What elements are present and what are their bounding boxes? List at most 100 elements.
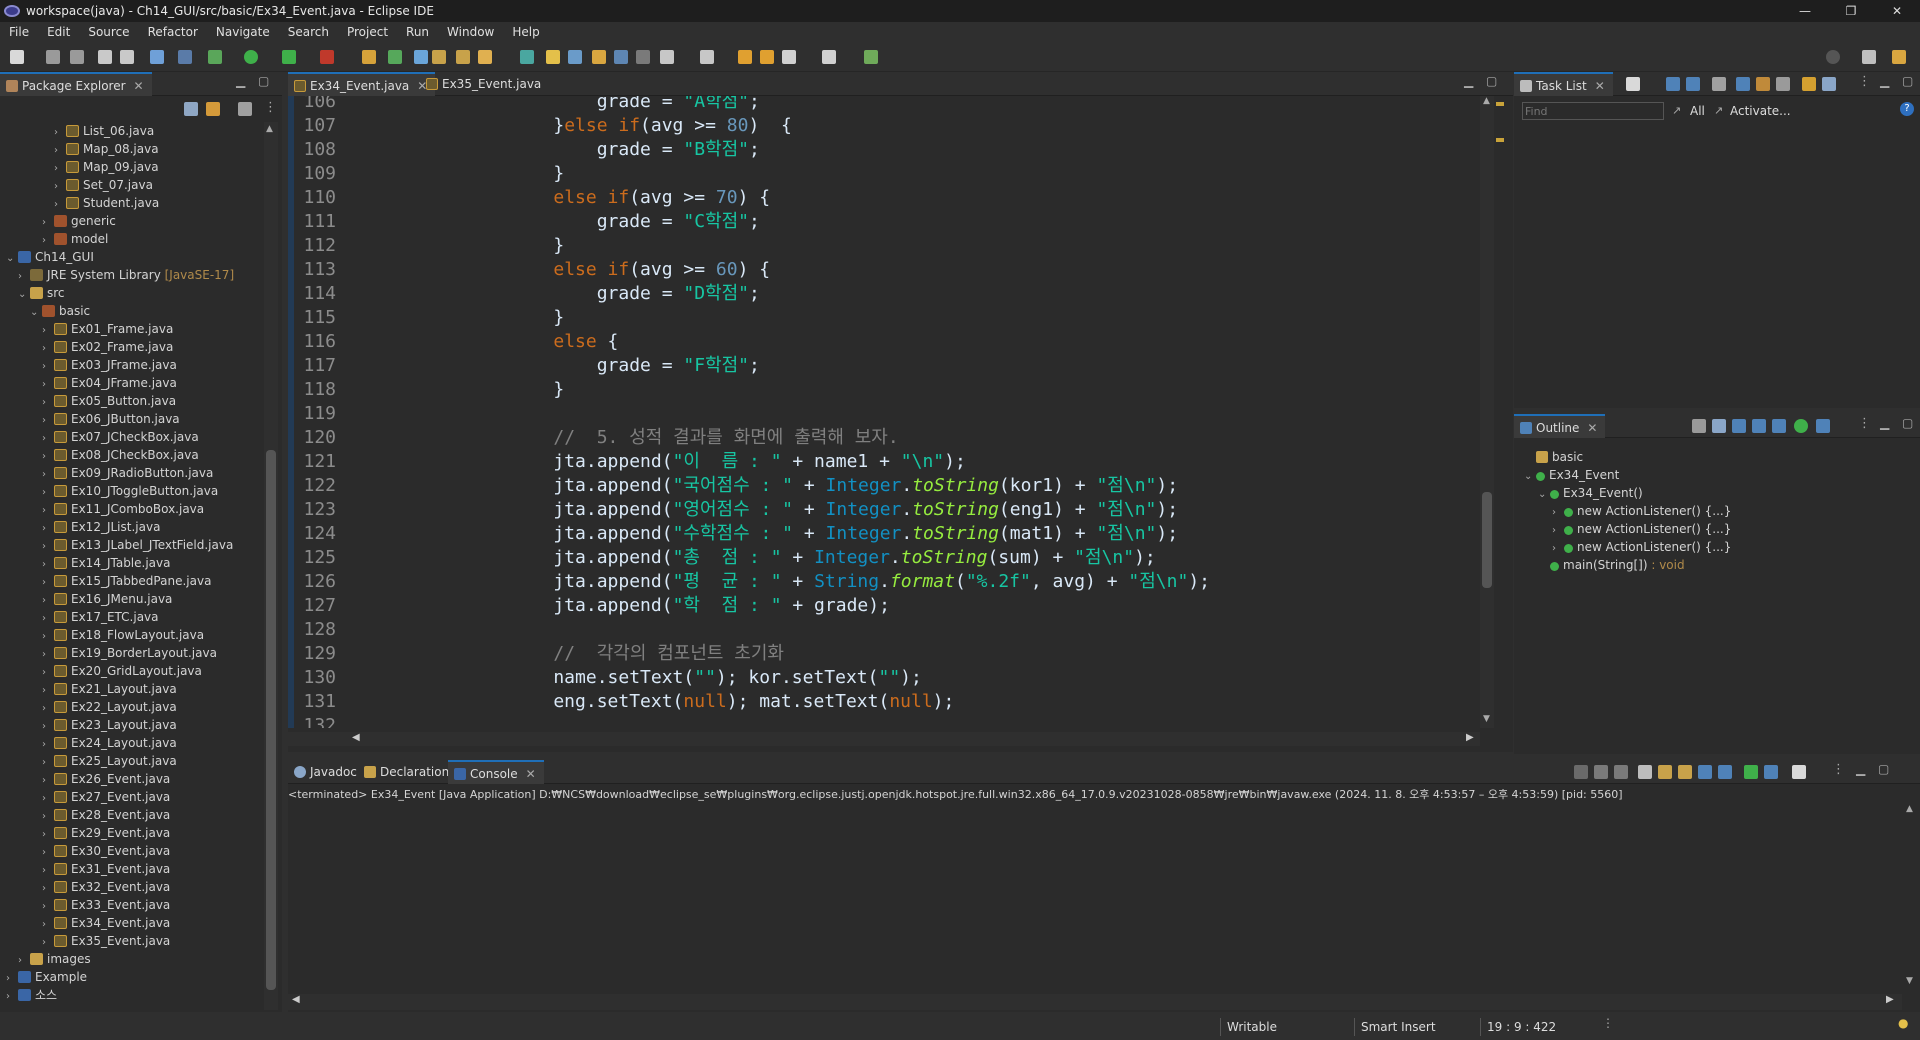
outline-item[interactable]: › new ActionListener() {...} (1552, 520, 1731, 538)
pin-console-icon[interactable] (1744, 765, 1758, 779)
tree-item[interactable]: › Ex12_JList.java (42, 518, 160, 536)
tree-item[interactable]: › Ex25_Layout.java (42, 752, 177, 770)
close-icon[interactable]: ✕ (1587, 421, 1597, 435)
outline-item[interactable]: ⌄ Ex34_Event() (1538, 484, 1643, 502)
filter-icon[interactable] (1712, 77, 1726, 91)
open-task-icon[interactable] (456, 50, 470, 64)
tree-item[interactable]: › Student.java (54, 194, 159, 212)
search-icon[interactable] (1826, 50, 1840, 64)
tree-item[interactable]: › Ex16_JMenu.java (42, 590, 172, 608)
tree-item[interactable]: › Ex06_JButton.java (42, 410, 180, 428)
tree-item[interactable]: › Ex34_Event.java (42, 914, 170, 932)
overview-marker[interactable] (1496, 102, 1504, 106)
tree-item[interactable]: › Ex15_JTabbedPane.java (42, 572, 211, 590)
new-task-icon[interactable] (1626, 77, 1640, 91)
maximize-view-icon[interactable]: ▢ (258, 74, 269, 88)
tree-item[interactable]: › Ex33_Event.java (42, 896, 170, 914)
coverage-icon[interactable] (282, 50, 296, 64)
tree-item[interactable]: › Ex19_BorderLayout.java (42, 644, 217, 662)
tree-item[interactable]: › 소스 (6, 986, 57, 1004)
terminal-icon[interactable] (150, 50, 164, 64)
tree-item[interactable]: › Ex10_JToggleButton.java (42, 482, 218, 500)
menu-source[interactable]: Source (79, 25, 138, 39)
all-link[interactable]: All (1690, 104, 1705, 118)
scroll-thumb[interactable] (1482, 492, 1492, 588)
undo-icon[interactable] (98, 50, 112, 64)
restore-button[interactable]: ❐ (1828, 0, 1874, 22)
tab-outline[interactable]: Outline ✕ (1514, 414, 1606, 438)
tree-item[interactable]: › Ex35_Event.java (42, 932, 170, 950)
save-icon[interactable] (46, 50, 60, 64)
forward-icon[interactable] (822, 50, 836, 64)
word-wrap-icon[interactable] (1678, 765, 1692, 779)
save-all-icon[interactable] (70, 50, 84, 64)
tree-item[interactable]: › Ex05_Button.java (42, 392, 176, 410)
find-input[interactable] (1522, 102, 1664, 120)
categorized-icon[interactable] (1666, 77, 1680, 91)
scroll-up-icon[interactable]: ▲ (1906, 804, 1913, 814)
hide-completed-icon[interactable] (1736, 77, 1750, 91)
menu-refactor[interactable]: Refactor (139, 25, 207, 39)
menu-navigate[interactable]: Navigate (207, 25, 279, 39)
link-icon[interactable] (1822, 77, 1836, 91)
show-whitespace-icon[interactable] (614, 50, 628, 64)
tab-task-list[interactable]: Task List ✕ (1514, 72, 1613, 96)
tree-item[interactable]: › Ex07_JCheckBox.java (42, 428, 199, 446)
tree-item[interactable]: ⌄ basic (30, 302, 90, 320)
tree-item[interactable]: › Ex13_JLabel_JTextField.java (42, 536, 233, 554)
tree-item[interactable]: › Ex18_FlowLayout.java (42, 626, 204, 644)
display-console-icon[interactable] (1764, 765, 1778, 779)
highlight-icon[interactable] (546, 50, 560, 64)
tree-item[interactable]: › Ex04_JFrame.java (42, 374, 177, 392)
run-icon[interactable] (244, 50, 258, 64)
next-edit-icon[interactable] (760, 50, 774, 64)
clear-console-icon[interactable] (1638, 765, 1652, 779)
tree-item[interactable]: › Ex21_Layout.java (42, 680, 177, 698)
redo-icon[interactable] (120, 50, 134, 64)
menu-window[interactable]: Window (438, 25, 503, 39)
tree-item[interactable]: › Ex17_ETC.java (42, 608, 159, 626)
tree-item[interactable]: › Ex22_Layout.java (42, 698, 177, 716)
show-on-error-icon[interactable] (1718, 765, 1732, 779)
scroll-right-icon[interactable]: ▶ (1886, 994, 1894, 1005)
menu-file[interactable]: File (0, 25, 38, 39)
open-type-icon[interactable] (432, 50, 446, 64)
tree-item[interactable]: › Ex27_Event.java (42, 788, 170, 806)
debug-icon[interactable] (208, 50, 222, 64)
tree-item[interactable]: › images (18, 950, 91, 968)
outline-item[interactable]: ⌄ Ex34_Event (1524, 466, 1619, 484)
scheduled-icon[interactable] (1686, 77, 1700, 91)
tree-item[interactable]: › model (42, 230, 108, 248)
view-menu-icon[interactable]: ⋮ (1858, 74, 1871, 89)
tree-item[interactable]: › generic (42, 212, 116, 230)
status-insert-mode[interactable]: Smart Insert (1354, 1018, 1436, 1036)
scroll-right-icon[interactable]: ▶ (1466, 732, 1474, 743)
remove-launch-icon[interactable] (1594, 765, 1608, 779)
view-menu-icon[interactable]: ⋮ (264, 100, 277, 115)
editor-vertical-scrollbar[interactable]: ▲ ▼ (1480, 96, 1494, 728)
console-vertical-scrollbar[interactable]: ▲ ▼ (1902, 804, 1918, 990)
terminate-icon[interactable] (1574, 765, 1588, 779)
tab-ex35-event[interactable]: Ex35_Event.java (420, 72, 549, 96)
menu-run[interactable]: Run (397, 25, 438, 39)
tree-item[interactable]: › Example (6, 968, 87, 986)
view-menu-icon[interactable]: ⋮ (1858, 416, 1871, 431)
outline-item[interactable]: main(String[]) : void (1538, 556, 1685, 574)
scroll-left-icon[interactable]: ◀ (292, 994, 300, 1005)
editor-horizontal-scrollbar[interactable]: ◀ ▶ (288, 732, 1480, 746)
hide-nonpublic-icon[interactable] (1772, 419, 1786, 433)
link-with-editor-icon[interactable] (206, 102, 220, 116)
tree-item[interactable]: › Ex09_JRadioButton.java (42, 464, 213, 482)
tree-item[interactable]: › Map_09.java (54, 158, 159, 176)
outline-item[interactable]: basic (1524, 448, 1583, 466)
tree-item[interactable]: › JRE System Library [JavaSE-17] (18, 266, 234, 284)
menu-help[interactable]: Help (503, 25, 548, 39)
menu-project[interactable]: Project (338, 25, 397, 39)
external-tools-icon[interactable] (320, 50, 334, 64)
console-output[interactable] (288, 804, 1902, 990)
minimize-view-icon[interactable]: ▁ (1856, 762, 1865, 776)
close-button[interactable]: ✕ (1874, 0, 1920, 22)
tree-item[interactable]: › Ex30_Event.java (42, 842, 170, 860)
overview-marker[interactable] (1496, 138, 1504, 142)
hide-fields-icon[interactable] (1732, 419, 1746, 433)
